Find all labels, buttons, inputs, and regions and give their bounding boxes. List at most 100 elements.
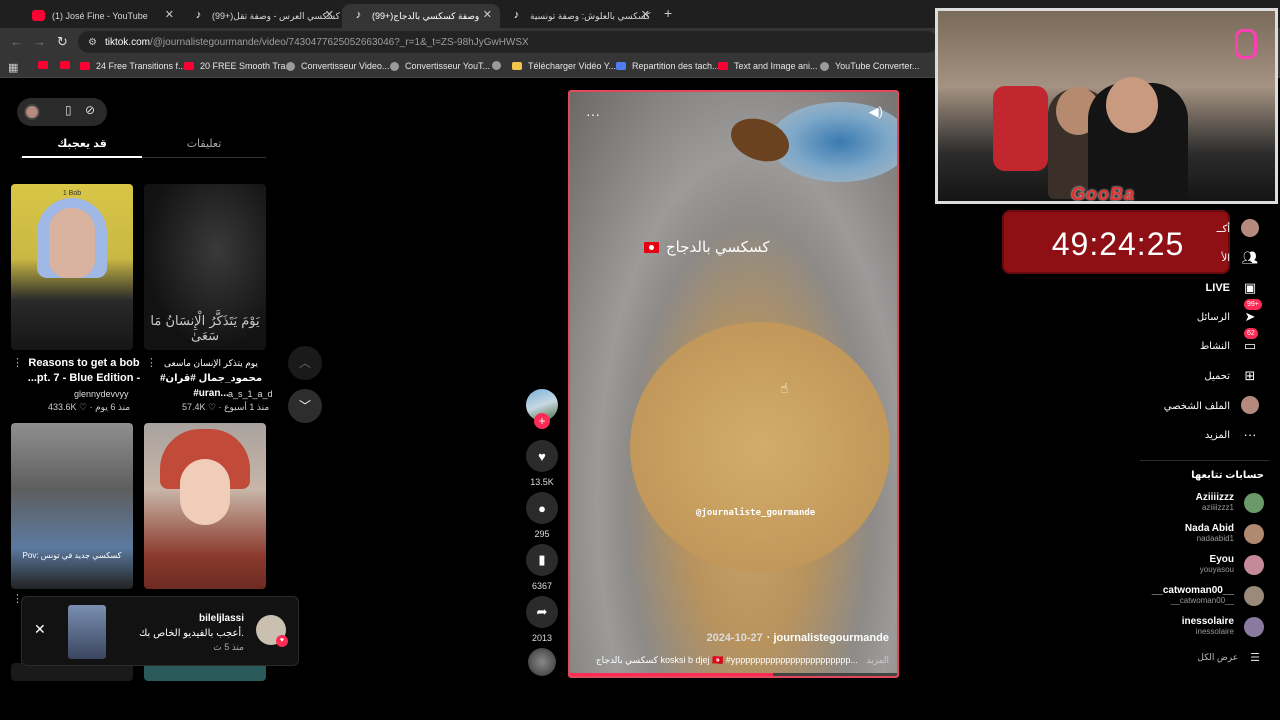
- globe-icon: [390, 61, 399, 71]
- close-icon[interactable]: ✕: [483, 8, 492, 21]
- tab-title: كسكسي بالعلوش: وصفة تونسية: [530, 10, 651, 21]
- forward-button[interactable]: →: [33, 34, 46, 49]
- like-notification[interactable]: ✕ bileljlassi أعجب بالفيديو الخاص بك. من…: [21, 596, 299, 666]
- video-description: كسكسي بالدجاج kosksi b djej 🇹🇳 #yppppppp…: [595, 655, 889, 665]
- tab-for-you[interactable]: قد يعجبك: [22, 137, 142, 150]
- tab-tiktok-1[interactable]: ♪ (99+)كسكسي العرس - وصفة تقل ✕: [182, 4, 342, 28]
- bookmark-5[interactable]: Convertisseur Video...: [286, 61, 389, 71]
- close-icon[interactable]: ✕: [165, 8, 174, 21]
- stream-timer: 49:24:25: [1002, 210, 1230, 274]
- live-icon: ▣: [1243, 280, 1257, 295]
- nav-item-messages[interactable]: الرسائل ➤ 99+: [1197, 299, 1262, 328]
- next-video-button[interactable]: ﹀: [288, 389, 322, 423]
- bookmark-11[interactable]: YouTube Converter...: [820, 61, 919, 71]
- tab-title: (1) José Fine - YouTube: [52, 11, 148, 21]
- video-meta: 57.4K ♡ · منذ 1 أسبوع: [182, 402, 270, 412]
- video-author[interactable]: a_s_1_a_d: [228, 389, 273, 399]
- share-icon[interactable]: ➦: [526, 596, 558, 628]
- nav-item-live[interactable]: LIVE ▣: [1206, 277, 1260, 299]
- video-thumbnail[interactable]: يَوْمَ يَتَذَكَّرُ الْإِنسَانُ مَا سَعَى…: [144, 184, 266, 350]
- following-account[interactable]: Nada Abid nadaabid1: [1124, 521, 1264, 549]
- notification-thumbnail: [68, 605, 106, 659]
- bookmark-icon[interactable]: ▮: [526, 544, 558, 576]
- video-author-line[interactable]: 2024-10-27 · journalistegourmande: [706, 632, 889, 644]
- video-progress-bar[interactable]: [570, 673, 897, 676]
- music-disc-icon[interactable]: [528, 648, 556, 676]
- url-host: tiktok.com: [104, 36, 150, 48]
- following-account[interactable]: Aziiiizzz aziiiizzz1: [1124, 490, 1264, 518]
- nav-item-upload[interactable]: تحميل ⊞: [1204, 365, 1260, 387]
- video-player[interactable]: ··· ◀) كسكسي بالدجاج @journaliste_gourma…: [568, 90, 899, 678]
- view-mode-pill[interactable]: ▯ ⊘: [17, 98, 107, 126]
- globe-icon: [492, 61, 501, 70]
- volume-icon[interactable]: ◀): [869, 104, 883, 120]
- address-bar[interactable]: ⚙ tiktok.com/@journalistegourmande/video…: [78, 31, 938, 53]
- globe-icon: [820, 61, 829, 71]
- bookmark-1[interactable]: [38, 61, 54, 69]
- follow-plus-icon[interactable]: +: [534, 413, 550, 429]
- mouse-cursor: ☝: [780, 380, 789, 396]
- like-action[interactable]: ♥ 13.5K: [526, 440, 558, 487]
- compass-icon[interactable]: ⊘: [85, 103, 95, 117]
- following-account[interactable]: Eyou youyasou: [1124, 552, 1264, 580]
- divider: [1140, 460, 1270, 461]
- panel-tabs: قد يعجبك تعليقات: [20, 132, 266, 158]
- message-icon: ▭ 62: [1243, 328, 1258, 353]
- list-icon: ☰: [1250, 652, 1260, 664]
- new-tab-button[interactable]: +: [664, 5, 672, 21]
- reload-button[interactable]: ↻: [57, 34, 68, 50]
- tab-youtube[interactable]: (1) José Fine - YouTube ✕: [22, 4, 182, 28]
- nav-item-more[interactable]: المزيد ···: [1205, 424, 1260, 446]
- video-author[interactable]: journalistegourmande: [773, 632, 889, 644]
- youtube-icon: [60, 61, 70, 69]
- save-action[interactable]: ▮ 6367: [526, 544, 558, 591]
- following-account[interactable]: inessolaire inessolaire: [1124, 614, 1264, 642]
- bookmark-7[interactable]: [492, 61, 507, 70]
- nav-item-following[interactable]: الأ 👥︎: [1222, 247, 1260, 269]
- close-icon[interactable]: ✕: [641, 8, 650, 21]
- avatar: [1244, 524, 1264, 544]
- avatar: [1241, 396, 1259, 414]
- apps-grid-icon[interactable]: ▦: [8, 61, 18, 74]
- bookmark-9[interactable]: Repartition des tach...: [616, 61, 720, 71]
- bookmark-10[interactable]: Text and Image ani...: [718, 61, 818, 71]
- site-settings-icon[interactable]: ⚙: [88, 37, 97, 48]
- bookmark-2[interactable]: [60, 61, 76, 69]
- more-link[interactable]: المزيد: [866, 655, 889, 665]
- avatar: [24, 104, 40, 120]
- bookmark-8[interactable]: Télécharger Vidéo Y...: [512, 61, 616, 71]
- phone-icon[interactable]: ▯: [65, 103, 72, 117]
- more-options-icon[interactable]: ···: [586, 106, 600, 122]
- video-thumbnail[interactable]: [144, 423, 266, 589]
- notification-time: منذ 5 ث: [213, 642, 244, 652]
- heart-icon: ♥: [276, 635, 288, 647]
- nav-item-profile[interactable]: الملف الشخصي: [1164, 395, 1260, 417]
- video-author[interactable]: glennydevvyy: [74, 389, 129, 399]
- bookmark-6[interactable]: Convertisseur YouT...: [390, 61, 490, 71]
- heart-icon[interactable]: ♥: [526, 440, 558, 472]
- video-title[interactable]: Reasons to get a bob ...pt. 7 - Blue Edi…: [20, 356, 148, 386]
- youtube-icon: [38, 61, 48, 69]
- video-thumbnail[interactable]: 1 Bob: [11, 184, 133, 350]
- tab-comments[interactable]: تعليقات: [144, 137, 264, 150]
- previous-video-button[interactable]: ︿: [288, 346, 322, 380]
- paper-plane-icon: ➤ 99+: [1240, 299, 1262, 327]
- video-thumbnail[interactable]: Pov: كسكسي جديد في تونس: [11, 423, 133, 589]
- comment-icon[interactable]: ●: [526, 492, 558, 524]
- nav-item-activity[interactable]: النشاط ▭ 62: [1200, 328, 1260, 357]
- back-button[interactable]: ←: [10, 34, 23, 49]
- see-all-link[interactable]: عرض الكل ☰: [1197, 651, 1260, 664]
- tiktok-icon: ♪: [355, 9, 362, 21]
- close-icon[interactable]: ✕: [34, 621, 46, 638]
- comment-action[interactable]: ● 295: [526, 492, 558, 539]
- share-action[interactable]: ➦ 2013: [526, 596, 558, 643]
- bookmark-3[interactable]: 24 Free Transitions f...: [80, 61, 186, 71]
- tab-tiktok-active[interactable]: ♪ (99+)وصفة كسكسي بالدجاج ✕: [342, 4, 500, 28]
- following-account[interactable]: __catwoman00__ __catwoman00__: [1124, 583, 1264, 611]
- bookmark-4[interactable]: 20 FREE Smooth Tra...: [184, 61, 293, 71]
- nav-item-avatar[interactable]: أكــ: [1217, 218, 1260, 240]
- tab-tiktok-3[interactable]: ♪ كسكسي بالعلوش: وصفة تونسية ✕: [500, 4, 658, 28]
- close-icon[interactable]: ✕: [325, 8, 334, 21]
- tiktok-icon: ♪: [195, 9, 202, 21]
- url-path: /@journalistegourmande/video/74304776250…: [149, 36, 529, 48]
